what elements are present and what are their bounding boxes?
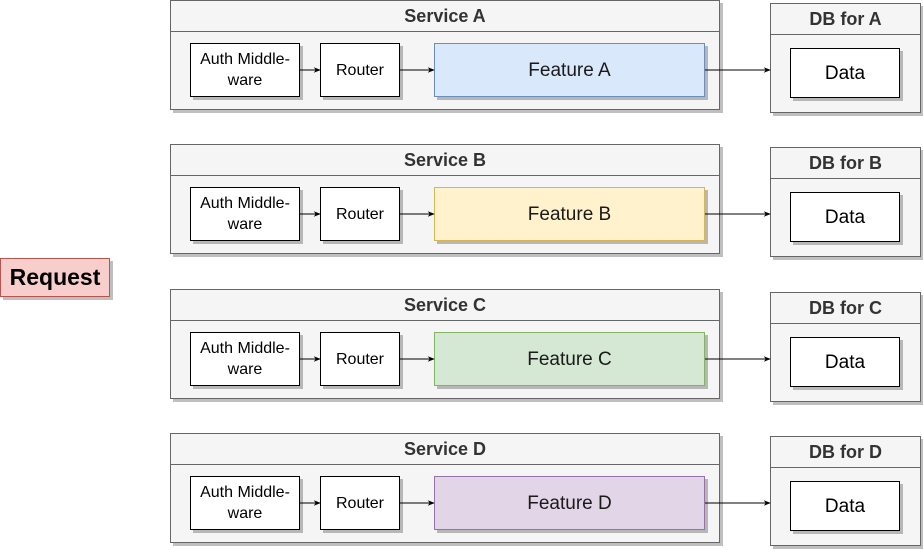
db-data-label: Data	[824, 495, 866, 517]
service-c-auth-middleware-node[interactable]: Auth Middle-ware	[190, 332, 300, 386]
router-label: Router	[335, 350, 385, 368]
router-label: Router	[335, 494, 385, 512]
service-b-feature-node[interactable]: Feature B	[434, 187, 705, 241]
service-c-feature-node[interactable]: Feature C	[434, 332, 705, 386]
service-title: Service B	[171, 145, 719, 176]
db-data-label: Data	[824, 206, 866, 228]
request-label: Request	[9, 264, 101, 290]
service-title: Service D	[171, 434, 719, 465]
feature-label: Feature D	[527, 492, 612, 514]
router-label: Router	[335, 205, 385, 223]
service-title: Service A	[171, 1, 719, 32]
service-a-router-node[interactable]: Router	[320, 43, 400, 97]
db-title: DB for B	[771, 148, 920, 179]
db-a-data-node[interactable]: Data	[790, 48, 900, 98]
router-label: Router	[335, 61, 385, 79]
db-title: DB for A	[771, 4, 920, 35]
db-title: DB for D	[771, 437, 920, 468]
feature-label: Feature A	[528, 59, 611, 81]
auth-middleware-label: Auth Middle-ware	[200, 195, 290, 233]
service-b-router-node[interactable]: Router	[320, 187, 400, 241]
auth-middleware-label: Auth Middle-ware	[200, 51, 290, 89]
db-b-data-node[interactable]: Data	[790, 192, 900, 242]
feature-label: Feature C	[527, 348, 612, 370]
service-a-auth-middleware-node[interactable]: Auth Middle-ware	[190, 43, 300, 97]
db-title: DB for C	[771, 293, 920, 324]
service-d-auth-middleware-node[interactable]: Auth Middle-ware	[190, 476, 300, 530]
db-d-data-node[interactable]: Data	[790, 481, 900, 531]
service-d-feature-node[interactable]: Feature D	[434, 476, 705, 530]
service-a-feature-node[interactable]: Feature A	[434, 43, 705, 97]
service-c-router-node[interactable]: Router	[320, 332, 400, 386]
service-d-router-node[interactable]: Router	[320, 476, 400, 530]
feature-label: Feature B	[527, 203, 612, 225]
db-c-data-node[interactable]: Data	[790, 337, 900, 387]
service-b-auth-middleware-node[interactable]: Auth Middle-ware	[190, 187, 300, 241]
db-data-label: Data	[824, 351, 866, 373]
auth-middleware-label: Auth Middle-ware	[200, 484, 290, 522]
service-title: Service C	[171, 290, 719, 321]
db-data-label: Data	[824, 62, 866, 84]
auth-middleware-label: Auth Middle-ware	[200, 340, 290, 378]
request-node[interactable]: Request	[0, 258, 110, 297]
